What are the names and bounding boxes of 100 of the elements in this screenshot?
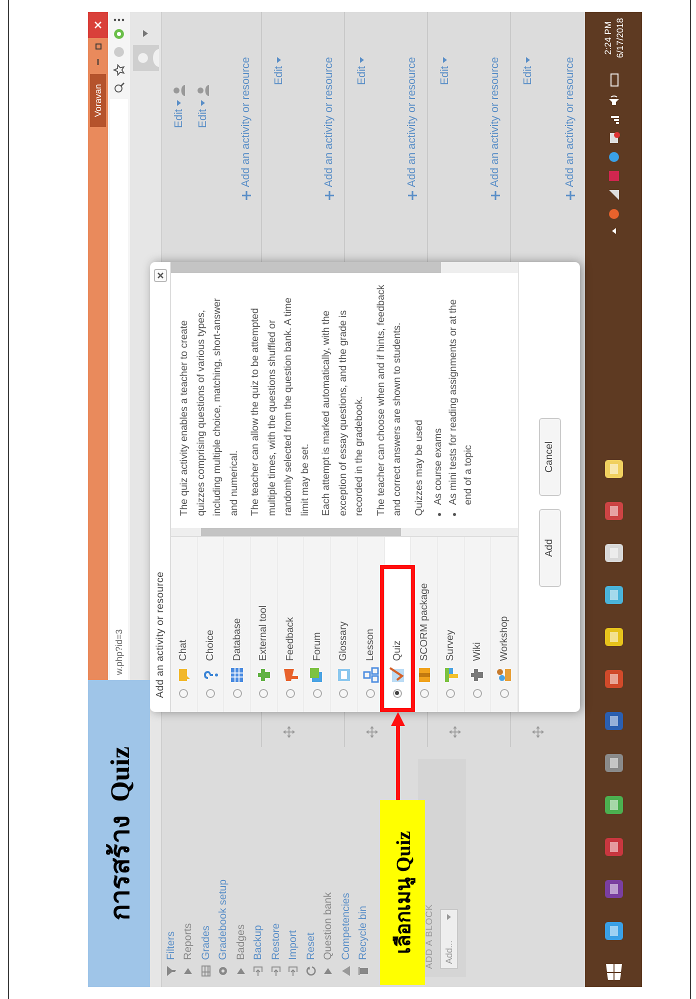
clock-time[interactable]: 2:24 PM [602,21,614,55]
tray-icon[interactable] [610,227,618,236]
tray-icon[interactable] [608,189,620,202]
radio-button[interactable] [312,689,322,698]
bin-icon [357,965,370,977]
edit-menu-link[interactable]: Edit [439,57,451,85]
radio-button[interactable] [472,689,482,698]
add-activity-link[interactable]: Add an activity or resource [323,57,335,200]
cancel-button[interactable]: Cancel [538,418,560,496]
scrollbar[interactable] [171,528,518,536]
person-icon[interactable] [173,85,185,96]
app-icon [602,836,624,858]
caret-icon [277,57,281,63]
extension-icon[interactable] [113,28,125,40]
radio-button[interactable] [232,689,242,698]
module-option[interactable]: Survey [438,537,465,712]
radio-button[interactable] [392,689,402,698]
add-button[interactable]: Add [538,509,560,587]
module-option[interactable]: Database [224,537,252,712]
speaker-icon[interactable] [608,94,620,106]
module-option[interactable]: External tool [251,537,278,712]
radio-button[interactable] [420,689,429,698]
close-button[interactable] [88,12,108,38]
add-block-dropdown[interactable]: Add... [440,909,458,969]
start-icon [606,964,622,980]
app-icon [602,668,624,690]
edit-menu-link[interactable]: Edit [197,100,209,128]
module-option[interactable]: Forum [304,537,332,712]
sidebar-link[interactable]: Filters [164,931,177,960]
zoom-icon[interactable] [114,82,124,93]
caret-icon [177,100,181,106]
close-button[interactable] [154,269,166,282]
edit-menu-link[interactable]: Edit [522,57,534,85]
grid-icon [200,965,212,977]
sidebar-link[interactable]: Recycle bin [357,906,370,960]
box-arrow-icon [287,965,300,977]
bullet-icon [438,513,441,516]
database-icon [229,667,246,683]
sidebar-link[interactable]: Grades [200,926,212,960]
sidebar-link[interactable]: Question bank [322,892,334,960]
edit-menu-link[interactable]: Edit [273,57,285,85]
radio-button[interactable] [259,689,268,698]
edit-menu-link[interactable]: Edit [173,100,185,128]
module-option[interactable]: Feedback [278,537,304,712]
description-paragraph: The teacher can choose when and if hints, feedback and correct answers are shown to students. [374,284,404,516]
tray-icon[interactable] [608,132,620,144]
module-option[interactable]: Chat [171,537,198,712]
package-icon [416,667,432,683]
sidebar-link[interactable]: Restore [270,923,282,960]
star-icon[interactable] [113,64,125,76]
sidebar-link[interactable]: Badges [234,924,247,960]
radio-button[interactable] [339,689,348,698]
puzzle-icon [256,667,272,683]
module-option[interactable]: Choice [198,537,224,712]
radio-button[interactable] [179,689,188,698]
radio-button[interactable] [500,689,509,698]
keyboard-icon[interactable] [608,73,618,88]
add-activity-link[interactable]: Add an activity or resource [406,57,418,200]
scrollbar[interactable] [171,262,518,273]
gear-icon [217,965,230,977]
radio-button[interactable] [446,689,456,698]
restore-icon [94,42,102,50]
caret-icon[interactable] [143,30,148,37]
module-option[interactable]: SCORM package [411,537,438,712]
sidebar-link[interactable]: Reports [182,923,194,960]
app-icon [602,794,624,816]
survey-icon [442,667,459,683]
module-option[interactable]: Wiki [464,537,492,712]
module-option[interactable]: Workshop [491,537,518,712]
menu-icon[interactable] [113,18,125,22]
add-activity-link[interactable]: Add an activity or resource [564,57,576,200]
radio-button[interactable] [206,689,216,698]
sidebar-link[interactable]: Gradebook setup [217,879,230,960]
block-title: ADD A BLOCK [424,902,434,969]
add-activity-link[interactable]: Add an activity or resource [489,57,501,200]
description-paragraph: The quiz activity enables a teacher to create quizzes comprising questions of various types, including multiple choice, matching, short-answer and numerical. [178,297,240,516]
move-icon[interactable] [283,726,295,738]
plus-icon [566,191,574,200]
edit-menu-link[interactable]: Edit [356,57,368,85]
person-icon[interactable] [197,85,209,96]
app-icon [602,710,624,732]
address-field[interactable]: w.php?id=3 [110,99,128,680]
add-activity-link[interactable]: Add an activity or resource [240,57,252,200]
close-icon [156,272,164,279]
app-icon [602,626,624,648]
sidebar-link[interactable]: Reset [304,932,317,960]
description-paragraph: Quizzes may be used [412,418,426,516]
clock-date[interactable]: 6/17/2018 [614,18,626,58]
sidebar-link[interactable]: Competencies [340,892,352,960]
wiki-icon [469,667,486,683]
radio-button[interactable] [366,689,376,698]
app-icon [602,920,624,942]
sidebar-link[interactable]: Backup [252,924,264,960]
quiz-icon [389,667,406,683]
profile-button[interactable]: Voravan [90,74,106,128]
sidebar-link[interactable]: Import [287,930,300,960]
module-option[interactable]: Glossary [331,537,358,712]
lesson-icon [362,667,379,683]
funnel-icon [164,965,177,977]
radio-button[interactable] [286,689,296,698]
